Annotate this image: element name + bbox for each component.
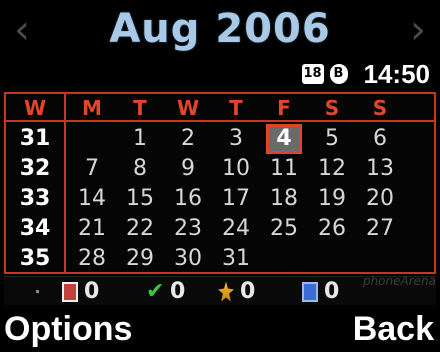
memo-icon — [62, 281, 78, 302]
calendar-day[interactable]: 25 — [260, 216, 308, 241]
summary-item[interactable]: 0 — [218, 279, 255, 304]
day-header: T — [229, 96, 243, 120]
calendar-day[interactable]: 2 — [164, 126, 212, 151]
calendar-day[interactable]: 18 — [260, 186, 308, 211]
calendar-day[interactable]: 24 — [212, 216, 260, 241]
calendar-day[interactable]: 22 — [116, 216, 164, 241]
calendar-day[interactable]: 7 — [68, 156, 116, 181]
day-header: S — [372, 96, 388, 120]
day-header: W — [176, 96, 200, 120]
calendar-day[interactable]: 27 — [356, 216, 404, 241]
day-header: T — [133, 96, 147, 120]
calendar-day[interactable]: 16 — [164, 186, 212, 211]
calendar-day[interactable]: 30 — [164, 246, 212, 271]
week-number: 31 — [19, 126, 51, 151]
calendar-day[interactable]: 29 — [116, 246, 164, 271]
calendar-day[interactable]: 10 — [212, 156, 260, 181]
calendar-day[interactable]: 11 — [260, 156, 308, 181]
week-number: 33 — [19, 186, 51, 211]
week-column-divider — [64, 94, 66, 272]
calendar-day[interactable]: 15 — [116, 186, 164, 211]
summary-item[interactable]: 0 — [302, 279, 339, 304]
calendar-day[interactable]: 3 — [212, 126, 260, 151]
calendar-day[interactable]: 9 — [164, 156, 212, 181]
schedule-icon — [302, 281, 318, 302]
week-number: 32 — [19, 156, 51, 181]
calendar-day[interactable]: 6 — [356, 126, 404, 151]
calendar-day[interactable]: 21 — [68, 216, 116, 241]
anniversary-icon — [218, 281, 234, 302]
calendar-day[interactable]: 31 — [212, 246, 260, 271]
calendar-day[interactable]: 20 — [356, 186, 404, 211]
signal-icon: 18 — [301, 64, 324, 84]
next-month-arrow-icon[interactable]: › — [410, 10, 426, 50]
calendar-day[interactable]: 5 — [308, 126, 356, 151]
calendar-day[interactable]: 26 — [308, 216, 356, 241]
calendar-day-today[interactable]: 4 — [260, 126, 308, 151]
calendar-day[interactable]: 17 — [212, 186, 260, 211]
summary-count: 0 — [84, 279, 100, 304]
calendar-day[interactable]: 12 — [308, 156, 356, 181]
calendar-day[interactable]: 8 — [116, 156, 164, 181]
bluetooth-icon: B — [329, 64, 348, 84]
day-header: F — [277, 96, 291, 120]
summary-count: 0 — [240, 279, 256, 304]
calendar-header: ‹ Aug 2006 › — [0, 0, 440, 58]
todo-icon: ✔ — [146, 278, 165, 304]
calendar-day[interactable]: 23 — [164, 216, 212, 241]
summary-item[interactable]: 0 — [62, 279, 99, 304]
month-calendar: W M T W T F S S 31 1 2 3 4 5 6 32 7 8 9 10 11 12 13 33 14 15 16 17 1… — [4, 92, 436, 274]
status-bar: 18 B 14:50 — [301, 59, 430, 89]
week-number: 35 — [19, 246, 51, 271]
week-number-header: W — [23, 96, 47, 120]
week-number: 34 — [19, 216, 51, 241]
calendar-day[interactable]: 1 — [116, 126, 164, 151]
day-header: M — [82, 96, 102, 120]
summary-count: 0 — [170, 279, 186, 304]
month-title: Aug 2006 — [109, 6, 331, 52]
summary-item[interactable]: ✔ 0 — [146, 279, 185, 304]
calendar-day[interactable]: 14 — [68, 186, 116, 211]
summary-count: 0 — [324, 279, 340, 304]
watermark: phoneArena — [362, 274, 436, 288]
softkey-bar: Options Back — [0, 304, 440, 352]
divider-dot — [36, 290, 39, 293]
clock: 14:50 — [363, 58, 431, 89]
calendar-day[interactable]: 28 — [68, 246, 116, 271]
back-softkey[interactable]: Back — [353, 310, 434, 349]
calendar-day[interactable]: 19 — [308, 186, 356, 211]
calendar-day[interactable]: 13 — [356, 156, 404, 181]
day-header: S — [324, 96, 340, 120]
options-softkey[interactable]: Options — [4, 310, 132, 349]
